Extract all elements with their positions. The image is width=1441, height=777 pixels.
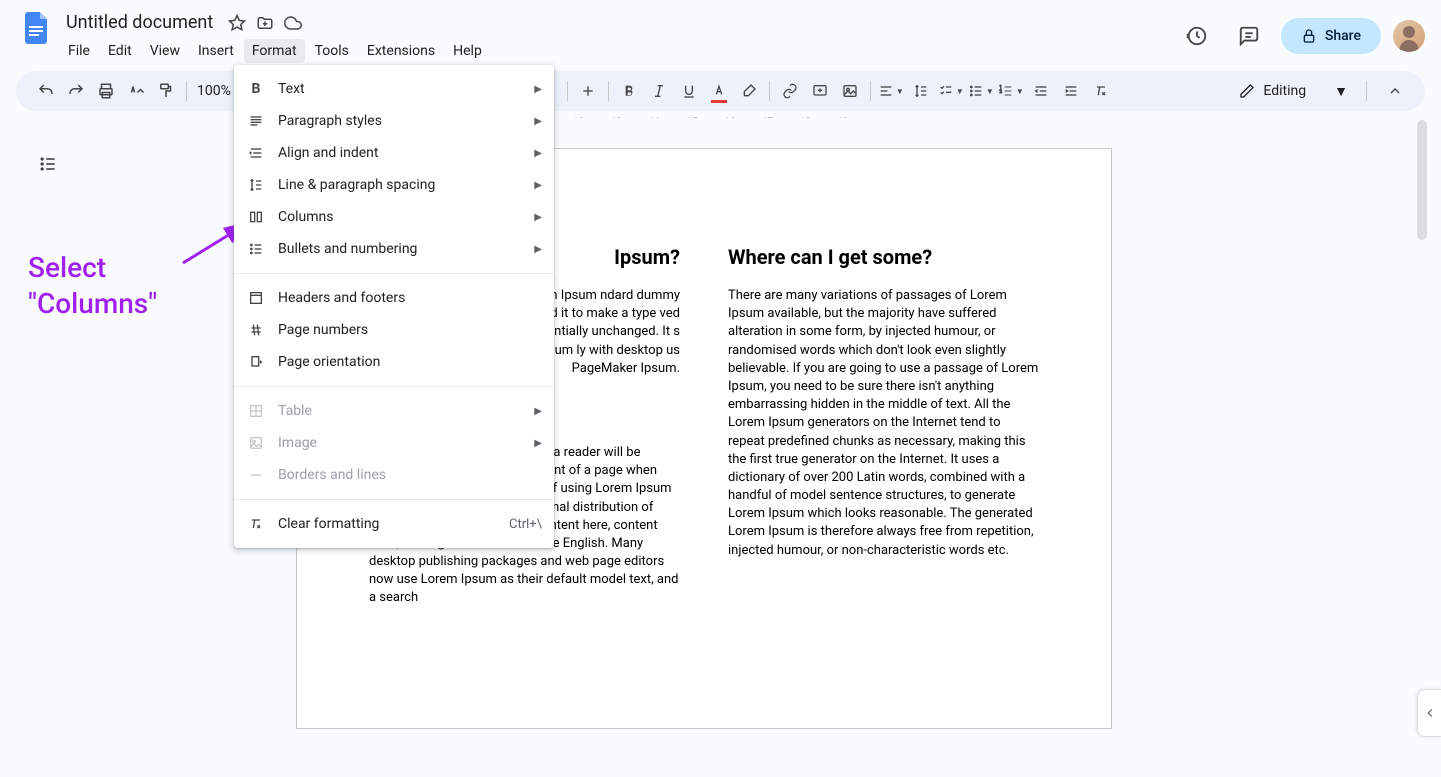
format-headers-footers[interactable]: Headers and footers (234, 282, 554, 314)
header: Untitled document File Edit View Insert … (0, 0, 1441, 65)
canvas-area: Ipsum? mmy text of the ustry. Lorem Ipsu… (12, 118, 1429, 777)
collapse-toolbar-button[interactable] (1381, 77, 1409, 105)
chevron-right-icon: ▶ (534, 180, 542, 191)
menu-format[interactable]: Format (244, 39, 305, 63)
bold-button[interactable] (615, 77, 643, 105)
checklist-button[interactable]: ▼ (937, 77, 965, 105)
format-columns[interactable]: Columns ▶ (234, 201, 554, 233)
header-right: Share (1177, 8, 1425, 56)
numbered-list-button[interactable]: 12▼ (997, 77, 1025, 105)
pencil-icon (1239, 83, 1255, 99)
text-color-button[interactable] (705, 77, 733, 105)
chevron-left-icon (1423, 706, 1437, 720)
plus-button[interactable] (574, 77, 602, 105)
format-clear-formatting[interactable]: Clear formatting Ctrl+\ (234, 508, 554, 540)
format-paragraph-styles[interactable]: Paragraph styles ▶ (234, 105, 554, 137)
vertical-scrollbar[interactable] (1417, 118, 1427, 777)
spellcheck-button[interactable] (122, 77, 150, 105)
chevron-right-icon: ▶ (534, 84, 542, 95)
format-align-indent[interactable]: Align and indent ▶ (234, 137, 554, 169)
document-title[interactable]: Untitled document (60, 10, 219, 35)
spacing-icon (246, 175, 266, 195)
borders-icon (246, 465, 266, 485)
title-area: Untitled document File Edit View Insert … (60, 8, 1177, 65)
avatar[interactable] (1393, 20, 1425, 52)
zoom-select[interactable]: 100% (193, 83, 235, 99)
outline-toggle-button[interactable] (32, 148, 64, 180)
table-icon (246, 401, 266, 421)
clear-icon (246, 514, 266, 534)
format-line-spacing[interactable]: Line & paragraph spacing ▶ (234, 169, 554, 201)
chevron-right-icon: ▶ (534, 212, 542, 223)
format-text[interactable]: B Text ▶ (234, 73, 554, 105)
menu-view[interactable]: View (142, 39, 188, 63)
header-icon (246, 288, 266, 308)
clear-format-button[interactable] (1087, 77, 1115, 105)
format-borders-lines: Borders and lines (234, 459, 554, 491)
format-bullets-numbering[interactable]: Bullets and numbering ▶ (234, 233, 554, 265)
format-image: Image ▶ (234, 427, 554, 459)
paragraph: There are many variations of passages of… (728, 287, 1039, 560)
toolbar: 100% ▼ ▼ ▼ 12▼ Editing ▼ (16, 71, 1425, 111)
format-page-orientation[interactable]: Page orientation (234, 346, 554, 378)
menu-file[interactable]: File (60, 39, 98, 63)
menu-edit[interactable]: Edit (100, 39, 140, 63)
column-2: Where can I get some? There are many var… (728, 245, 1039, 632)
menu-extensions[interactable]: Extensions (359, 39, 443, 63)
menubar: File Edit View Insert Format Tools Exten… (60, 37, 1177, 65)
editing-label: Editing (1263, 83, 1306, 99)
chevron-right-icon: ▶ (534, 244, 542, 255)
chevron-right-icon: ▶ (534, 406, 542, 417)
chevron-right-icon: ▶ (534, 438, 542, 449)
line-spacing-button[interactable] (907, 77, 935, 105)
underline-button[interactable] (675, 77, 703, 105)
link-button[interactable] (776, 77, 804, 105)
italic-button[interactable] (645, 77, 673, 105)
highlight-button[interactable] (735, 77, 763, 105)
share-label: Share (1325, 28, 1361, 44)
paint-format-button[interactable] (152, 77, 180, 105)
print-button[interactable] (92, 77, 120, 105)
chevron-right-icon: ▶ (534, 116, 542, 127)
lock-icon (1301, 28, 1317, 44)
move-icon[interactable] (255, 13, 275, 33)
shortcut-label: Ctrl+\ (509, 517, 542, 532)
insert-image-button[interactable] (836, 77, 864, 105)
cloud-icon[interactable] (283, 13, 303, 33)
paragraph-icon (246, 111, 266, 131)
align-button[interactable]: ▼ (877, 77, 905, 105)
menu-insert[interactable]: Insert (190, 39, 242, 63)
decrease-indent-button[interactable] (1027, 77, 1055, 105)
bullets-icon (246, 239, 266, 259)
menu-help[interactable]: Help (445, 39, 490, 63)
image-icon (246, 433, 266, 453)
heading: Where can I get some? (728, 245, 1039, 269)
pagenum-icon (246, 320, 266, 340)
bold-icon: B (246, 79, 266, 99)
side-panel-toggle[interactable] (1417, 689, 1441, 737)
redo-button[interactable] (62, 77, 90, 105)
bullet-list-button[interactable]: ▼ (967, 77, 995, 105)
increase-indent-button[interactable] (1057, 77, 1085, 105)
chevron-down-icon: ▼ (1334, 83, 1348, 100)
undo-button[interactable] (32, 77, 60, 105)
add-comment-button[interactable] (806, 77, 834, 105)
menu-tools[interactable]: Tools (307, 39, 357, 63)
comment-icon[interactable] (1229, 16, 1269, 56)
format-menu-dropdown: B Text ▶ Paragraph styles ▶ Align and in… (234, 65, 554, 548)
orientation-icon (246, 352, 266, 372)
share-button[interactable]: Share (1281, 18, 1381, 54)
svg-text:2: 2 (999, 89, 1002, 95)
star-icon[interactable] (227, 13, 247, 33)
format-table: Table ▶ (234, 395, 554, 427)
columns-icon (246, 207, 266, 227)
editing-mode-button[interactable]: Editing ▼ (1227, 79, 1360, 104)
format-page-numbers[interactable]: Page numbers (234, 314, 554, 346)
docs-logo[interactable] (16, 8, 56, 48)
history-icon[interactable] (1177, 16, 1217, 56)
align-icon (246, 143, 266, 163)
chevron-right-icon: ▶ (534, 148, 542, 159)
